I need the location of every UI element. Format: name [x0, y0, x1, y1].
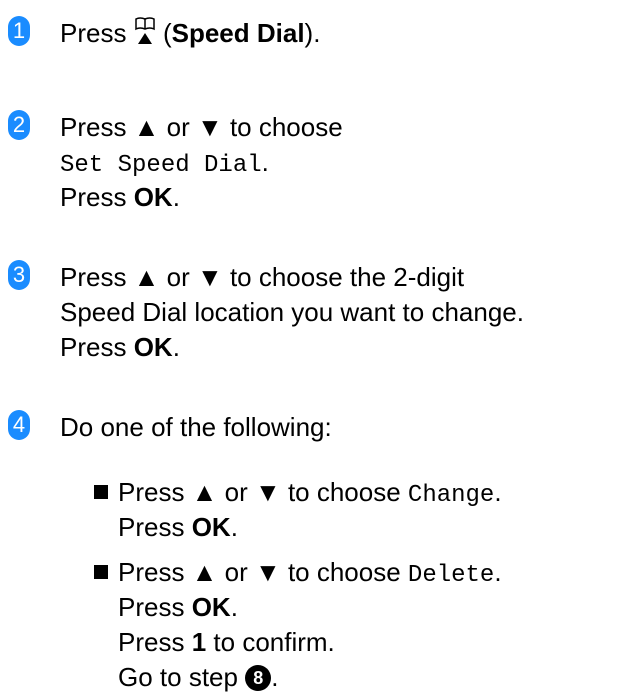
speed-dial-book-icon — [134, 16, 156, 46]
instruction-line: Do one of the following: — [60, 412, 332, 442]
step-number-badge: 4 — [8, 410, 30, 440]
step-text: Press (Speed Dial). — [60, 16, 321, 48]
step-number-badge: 2 — [8, 110, 30, 140]
press-text: Press — [60, 18, 127, 48]
menu-item-text: Change — [407, 482, 495, 509]
step-text: Press ▲ or ▼ to choose Set Speed Dial. P… — [60, 112, 343, 212]
step-number-badge: 1 — [8, 16, 30, 46]
confirm-key-label: 1 — [191, 627, 207, 657]
ok-key-label: OK — [191, 592, 231, 622]
ok-key-label: OK — [133, 332, 173, 362]
bullet-square-icon — [94, 485, 108, 499]
instruction-line: Speed Dial location you want to change. — [60, 297, 524, 327]
step-text: Do one of the following: — [60, 410, 332, 445]
bullet-square-icon — [94, 565, 108, 579]
bullet-text: Press ▲ or ▼ to choose Delete. Press OK.… — [118, 557, 502, 692]
instruction-line: Press ▲ or ▼ to choose — [60, 112, 343, 142]
menu-item-text: Set Speed Dial — [60, 152, 262, 179]
ok-key-label: OK — [191, 512, 231, 542]
speed-dial-label: Speed Dial — [171, 18, 305, 48]
instruction-line: Press ▲ or ▼ to choose the 2-digit — [60, 262, 465, 292]
menu-item-text: Delete — [407, 562, 495, 589]
bullet-text: Press ▲ or ▼ to choose Change. Press OK. — [118, 477, 502, 542]
step-number-badge: 3 — [8, 260, 30, 290]
step-reference-badge: 8 — [245, 665, 272, 691]
step-text: Press ▲ or ▼ to choose the 2-digit Speed… — [60, 262, 524, 362]
ok-key-label: OK — [133, 182, 173, 212]
